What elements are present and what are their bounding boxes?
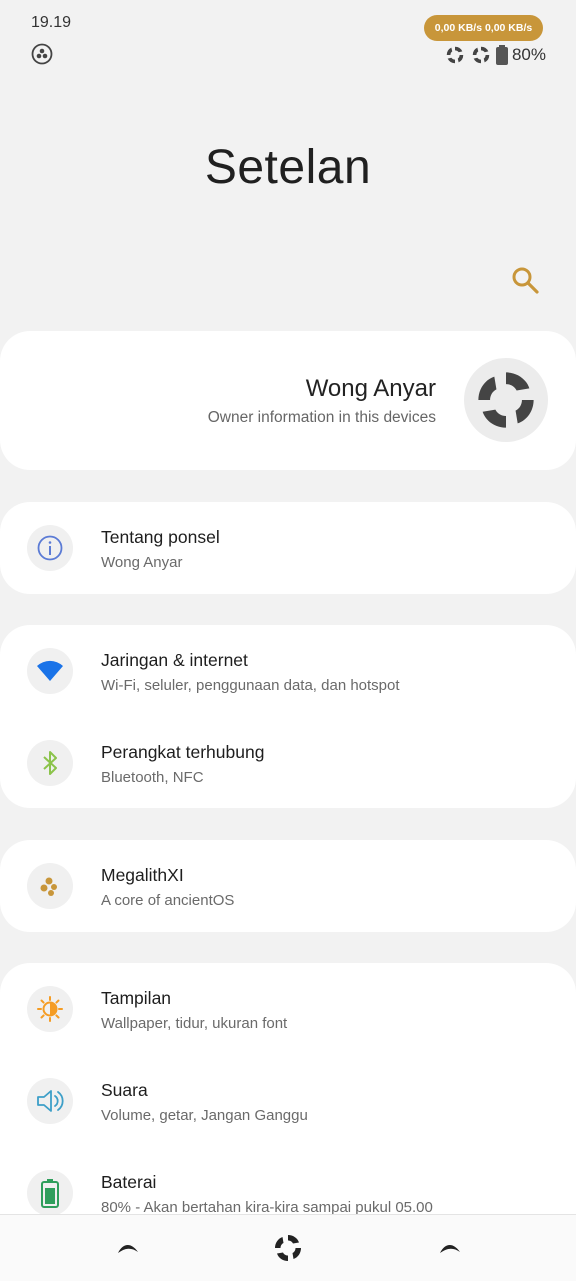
profile-card[interactable]: Wong Anyar Owner information in this dev… [0, 331, 576, 470]
wifi-icon [37, 660, 63, 681]
about-card: Tentang ponsel Wong Anyar [0, 502, 576, 594]
item-subtitle: Volume, getar, Jangan Ganggu [101, 1107, 308, 1124]
item-title: Jaringan & internet [101, 650, 248, 670]
volume-icon [37, 1090, 64, 1112]
item-title: MegalithXI [101, 865, 184, 885]
connectivity-card: Jaringan & internet Wi-Fi, seluler, peng… [0, 625, 576, 808]
megalith-icon [40, 877, 57, 896]
back-icon [118, 1244, 138, 1253]
item-title: Baterai [101, 1172, 157, 1192]
item-title: Tentang ponsel [101, 527, 220, 547]
page-title: Setelan [204, 141, 372, 194]
signal-icon [446, 46, 464, 64]
item-title: Suara [101, 1080, 148, 1100]
settings-item-connected-devices[interactable]: Perangkat terhubung Bluetooth, NFC [0, 721, 576, 805]
profile-name: Wong Anyar [305, 375, 436, 402]
brightness-icon [37, 996, 63, 1022]
nav-home-button[interactable] [271, 1231, 305, 1265]
battery-status-icon [495, 45, 508, 65]
swirl-logo-icon [478, 372, 534, 428]
settings-item-display[interactable]: Tampilan Wallpaper, tidur, ukuran font [0, 967, 576, 1051]
status-icons: 80% [444, 44, 546, 66]
profile-subtitle: Owner information in this devices [207, 409, 436, 426]
app-notification-icon [31, 43, 53, 65]
megalith-icon-wrap [27, 863, 73, 909]
settings-item-sound[interactable]: Suara Volume, getar, Jangan Ganggu [0, 1059, 576, 1143]
status-time: 19.19 [31, 14, 72, 31]
signal-4g-icon [472, 46, 490, 64]
item-subtitle: Wallpaper, tidur, ukuran font [101, 1015, 288, 1032]
bluetooth-icon [43, 751, 57, 775]
brightness-icon-wrap [27, 986, 73, 1032]
item-title: Tampilan [101, 988, 172, 1008]
battery-percent: 80% [511, 45, 546, 64]
wifi-icon-wrap [27, 648, 73, 694]
megalith-card: MegalithXI A core of ancientOS [0, 840, 576, 932]
battery-icon-wrap [27, 1170, 73, 1216]
bluetooth-icon-wrap [27, 740, 73, 786]
home-swirl-icon [275, 1235, 301, 1261]
navigation-bar [0, 1214, 576, 1281]
network-speed-badge: 0,00 KB/s 0,00 KB/s [424, 15, 543, 41]
item-subtitle: Bluetooth, NFC [101, 769, 204, 786]
item-subtitle: A core of ancientOS [101, 892, 235, 909]
nav-recents-button[interactable] [435, 1233, 465, 1263]
item-subtitle: Wi-Fi, seluler, penggunaan data, dan hot… [101, 677, 400, 694]
item-subtitle: Wong Anyar [101, 554, 183, 571]
settings-item-about[interactable]: Tentang ponsel Wong Anyar [0, 506, 576, 590]
battery-icon [41, 1179, 59, 1208]
recents-icon [440, 1244, 460, 1253]
settings-item-megalith[interactable]: MegalithXI A core of ancientOS [0, 844, 576, 928]
volume-icon-wrap [27, 1078, 73, 1124]
nav-back-button[interactable] [113, 1233, 143, 1263]
search-icon[interactable] [510, 265, 540, 295]
info-icon [37, 535, 63, 561]
avatar[interactable] [464, 358, 548, 442]
item-title: Perangkat terhubung [101, 742, 265, 762]
info-icon-wrap [27, 525, 73, 571]
settings-item-network[interactable]: Jaringan & internet Wi-Fi, seluler, peng… [0, 629, 576, 713]
